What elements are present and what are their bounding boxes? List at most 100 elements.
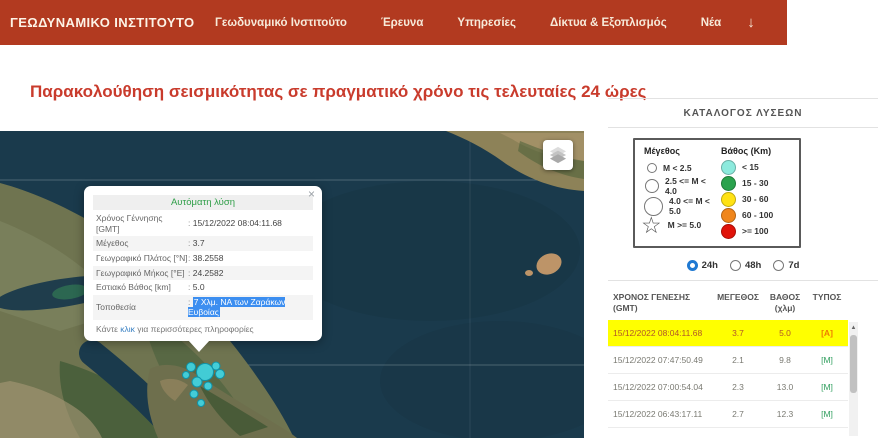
cell-type: [M] (821, 382, 833, 393)
medium-circle-icon (645, 179, 659, 193)
legend-label: M >= 5.0 (667, 219, 702, 230)
popup-field-depth: Εστιακό Βάθος [km] 5.0 (93, 280, 313, 295)
cell-depth: 9.8 (779, 355, 791, 366)
popup-field-magnitude: Μέγεθος 3.7 (93, 236, 313, 251)
legend-item: >= 100 (721, 223, 792, 239)
click-link[interactable]: κλικ (120, 324, 135, 334)
table-row[interactable]: 15/12/2022 06:43:17.11 2.7 12.3 [M] (608, 401, 848, 429)
footer-text: για περισσότερες πληροφορίες (134, 324, 254, 334)
table-row[interactable]: 15/12/2022 08:04:11.68 3.7 5.0 [A] (608, 320, 848, 348)
cell-type: [M] (821, 409, 833, 420)
cell-magnitude: 2.1 (732, 355, 744, 366)
table-scrollbar[interactable]: ▲ (849, 322, 858, 436)
cell-type: [A] (821, 328, 833, 339)
field-label: Τοποθεσία (96, 302, 136, 313)
legend-label: 30 - 60 (742, 194, 769, 204)
radio-label: 48h (744, 260, 762, 271)
depth-dot-icon (721, 207, 736, 223)
radio-48h[interactable]: 48h (729, 260, 762, 271)
legend-item: ☆ M >= 5.0 (641, 211, 715, 238)
field-value: 15/12/2022 08:04:11.68 (188, 218, 310, 229)
radio-24h[interactable]: 24h (686, 260, 718, 271)
cell-depth: 13.0 (776, 382, 794, 393)
legend-item: 60 - 100 (721, 207, 792, 223)
radio-unselected-icon (773, 260, 785, 271)
depth-dot-icon (721, 223, 736, 239)
popup-field-latitude: Γεωγραφικό Πλάτος [°N] 38.2558 (93, 251, 313, 266)
field-value: 38.2558 (188, 253, 310, 264)
map-layers-button[interactable] (543, 140, 573, 170)
nav-menu: Γεωδυναμικό Ινστιτούτο Έρευνα Υπηρεσίες … (215, 17, 721, 29)
time-filter: 24h 48h 7d (608, 260, 878, 271)
cell-time: 15/12/2022 07:00:54.04 (613, 382, 703, 393)
radio-7d[interactable]: 7d (773, 260, 799, 271)
legend-item: 15 - 30 (721, 175, 792, 191)
site-logo[interactable]: ΓΕΩΔΥΝΑΜΙΚΟ ΙΝΣΤΙΤΟΥΤΟ (10, 15, 215, 30)
solutions-sidebar: ΚΑΤΑΛΟΓΟΣ ΛΥΣΕΩΝ Μέγεθος M < 2.5 2.5 <= … (608, 98, 878, 438)
field-label: Γεωγραφικό Μήκος [°E] (96, 267, 185, 278)
field-value: 7 Χλμ. ΝΑ των Ζαράκων Ευβοίας (188, 296, 310, 318)
earthquake-table: ΧΡΟΝΟΣ ΓΕΝΕΣΗΣ (GMT) ΜΕΓΕΘΟΣ ΒΑΘΟΣ (χλμ)… (608, 290, 858, 436)
cell-magnitude: 2.3 (732, 382, 744, 393)
legend-label: 2.5 <= M < 4.0 (665, 176, 706, 196)
header-time: ΧΡΟΝΟΣ ΓΕΝΕΣΗΣ (GMT) (613, 292, 691, 314)
header-depth: ΒΑΘΟΣ (χλμ) (769, 292, 801, 314)
small-circle-icon (647, 162, 657, 173)
cell-type: [M] (821, 355, 833, 366)
selected-text: 7 Χλμ. ΝΑ των Ζαράκων Ευβοίας (188, 296, 286, 318)
legend-magnitude-column: Μέγεθος M < 2.5 2.5 <= M < 4.0 4.0 <= M … (641, 146, 715, 239)
popup-footer: Κάντε κλικ για περισσότερες πληροφορίες (93, 320, 313, 335)
legend-label: 60 - 100 (742, 210, 774, 220)
cell-time: 15/12/2022 07:47:50.49 (613, 355, 703, 366)
star-icon: ☆ (641, 211, 662, 238)
map-legend: Μέγεθος M < 2.5 2.5 <= M < 4.0 4.0 <= M … (633, 138, 801, 248)
header-magnitude: ΜΕΓΕΘΟΣ (717, 292, 759, 302)
layers-icon (549, 146, 567, 164)
legend-item: 30 - 60 (721, 191, 792, 207)
close-icon[interactable]: × (308, 188, 315, 200)
legend-label: < 15 (742, 162, 759, 172)
cell-time: 15/12/2022 08:04:11.68 (613, 328, 703, 339)
popup-field-longitude: Γεωγραφικό Μήκος [°E] 24.2582 (93, 265, 313, 281)
legend-item: M < 2.5 (644, 159, 715, 176)
scroll-up-icon[interactable]: ▲ (849, 322, 858, 333)
earthquake-popup: × Αυτόματη λύση Χρόνος Γέννησης [GMT] 15… (84, 186, 322, 352)
field-label: Γεωγραφικό Πλάτος [°N] (96, 252, 188, 263)
legend-item: < 15 (721, 159, 792, 175)
table-row[interactable]: 15/12/2022 07:00:54.04 2.3 13.0 [M] (608, 374, 848, 402)
divider (608, 280, 878, 281)
footer-text: Κάντε (96, 324, 121, 334)
legend-label: 15 - 30 (742, 178, 769, 188)
field-label: Εστιακό Βάθος [km] (96, 282, 171, 293)
cell-magnitude: 2.7 (732, 409, 744, 420)
legend-magnitude-title: Μέγεθος (644, 146, 680, 156)
depth-dot-icon (721, 159, 736, 175)
table-header-row: ΧΡΟΝΟΣ ΓΕΝΕΣΗΣ (GMT) ΜΕΓΕΘΟΣ ΒΑΘΟΣ (χλμ)… (608, 290, 848, 320)
table-row[interactable]: 15/12/2022 07:47:50.49 2.1 9.8 [M] (608, 347, 848, 375)
scroll-down-arrow-icon[interactable]: ↓ (747, 14, 755, 31)
depth-dot-icon (721, 191, 736, 207)
legend-depth-column: Βάθος (Km) < 15 15 - 30 30 - 60 60 - 100… (721, 146, 792, 239)
divider (608, 127, 878, 128)
popup-field-location: Τοποθεσία 7 Χλμ. ΝΑ των Ζαράκων Ευβοίας (93, 294, 313, 320)
depth-dot-icon (721, 175, 736, 191)
legend-label: >= 100 (742, 226, 769, 236)
popup-field-origin-time: Χρόνος Γέννησης [GMT] 15/12/2022 08:04:1… (93, 211, 313, 236)
legend-label: 4.0 <= M < 5.0 (669, 196, 710, 216)
cell-depth: 12.3 (776, 409, 794, 420)
top-navbar: ΓΕΩΔΥΝΑΜΙΚΟ ΙΝΣΤΙΤΟΥΤΟ Γεωδυναμικό Ινστι… (0, 0, 787, 45)
nav-item-news[interactable]: Νέα (701, 17, 722, 29)
nav-item-research[interactable]: Έρευνα (381, 17, 424, 29)
field-value: 3.7 (188, 238, 310, 249)
radio-selected-icon (686, 260, 698, 271)
header-type: ΤΥΠΟΣ (812, 292, 842, 302)
nav-item-institute[interactable]: Γεωδυναμικό Ινστιτούτο (215, 17, 347, 29)
nav-item-services[interactable]: Υπηρεσίες (457, 17, 516, 29)
page-title: Παρακολούθηση σεισμικότητας σε πραγματικ… (30, 82, 647, 101)
legend-depth-title: Βάθος (Km) (721, 146, 772, 156)
legend-item: 2.5 <= M < 4.0 (644, 176, 715, 196)
scrollbar-thumb[interactable] (850, 335, 857, 393)
nav-item-networks[interactable]: Δίκτυα & Εξοπλισμός (550, 17, 667, 29)
legend-label: M < 2.5 (663, 162, 692, 173)
seismicity-map[interactable]: × Αυτόματη λύση Χρόνος Γέννησης [GMT] 15… (0, 131, 584, 438)
